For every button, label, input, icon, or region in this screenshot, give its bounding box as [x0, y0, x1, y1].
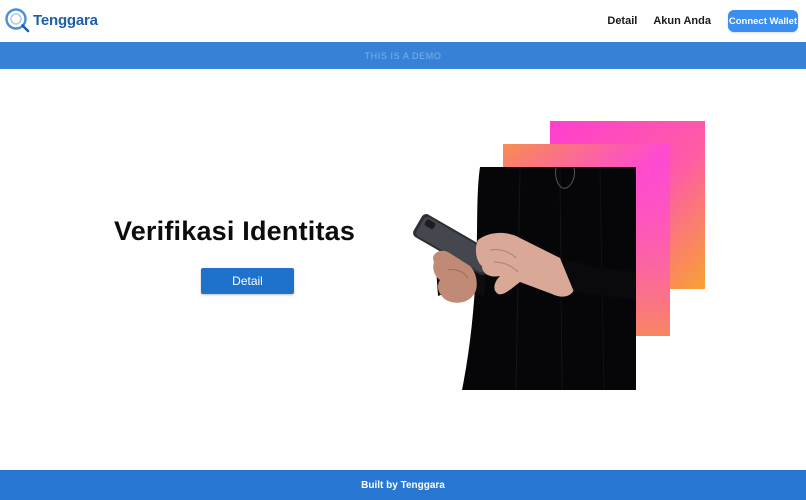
footer-credit: Built by Tenggara: [361, 479, 445, 491]
footer: Built by Tenggara: [0, 470, 806, 500]
hand-holding-phone-illustration: [413, 167, 636, 391]
hero-illustration: [413, 121, 705, 391]
